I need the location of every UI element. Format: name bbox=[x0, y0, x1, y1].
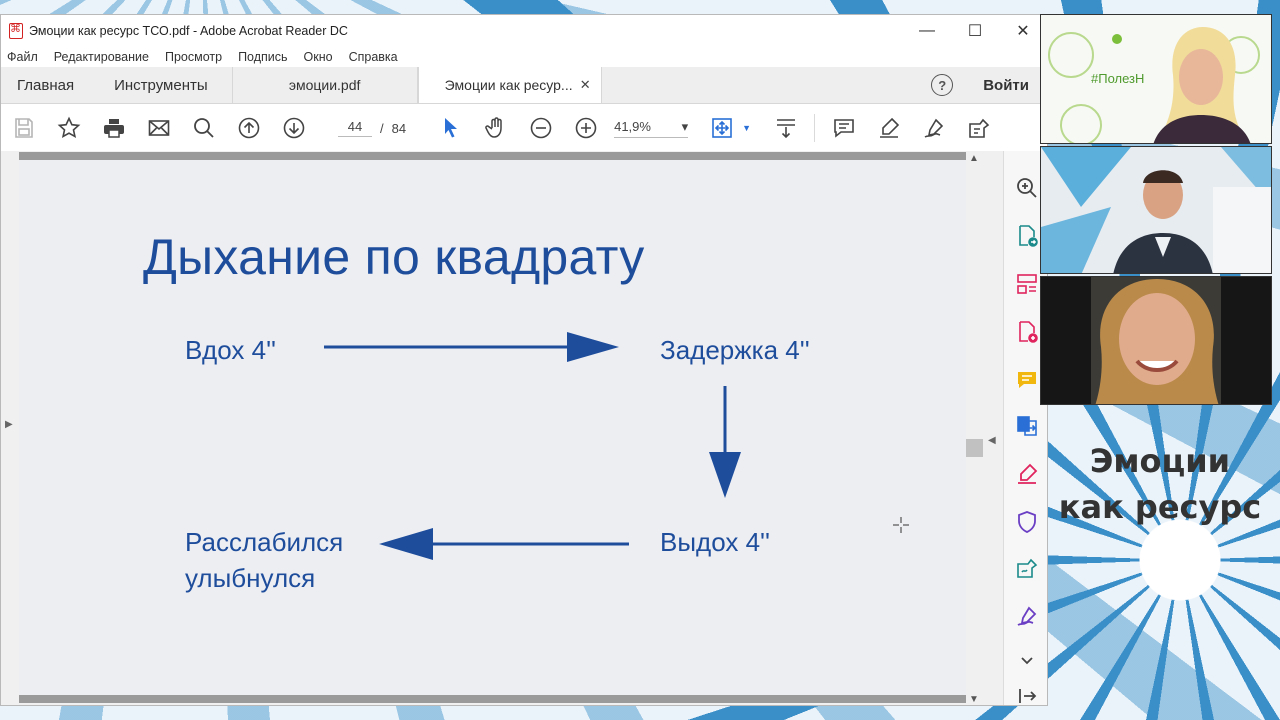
main-toolbar: 44 / 84 41,9% ▾ ▼ bbox=[1, 104, 1047, 153]
maximize-button[interactable]: ☐ bbox=[951, 15, 999, 47]
page-separator: / bbox=[380, 120, 384, 136]
crosshair-cursor-icon bbox=[893, 517, 909, 533]
vertical-scrollbar[interactable]: ▲ ▼ bbox=[966, 151, 983, 705]
highlight-icon[interactable] bbox=[866, 104, 911, 152]
collapse-panel-icon[interactable] bbox=[1014, 683, 1040, 705]
tab-bar-right: ? Войти bbox=[931, 67, 1047, 103]
webinar-title-overlay: Эмоции как ресурс bbox=[1040, 438, 1280, 530]
menu-edit[interactable]: Редактирование bbox=[54, 50, 149, 64]
chevron-down-icon: ▾ bbox=[681, 118, 689, 134]
fit-page-icon[interactable] bbox=[702, 104, 742, 152]
expand-left-panel-icon[interactable]: ▶ bbox=[5, 419, 13, 430]
combine-files-icon[interactable] bbox=[1014, 413, 1040, 439]
acrobat-window: Эмоции как ресурс ТСО.pdf - Adobe Acroba… bbox=[0, 14, 1048, 706]
zoom-value: 41,9% bbox=[614, 119, 651, 134]
help-icon[interactable]: ? bbox=[931, 74, 954, 96]
protect-icon[interactable] bbox=[1014, 509, 1040, 535]
close-tab-button[interactable]: ✕ bbox=[580, 77, 591, 93]
webinar-title-line2: как ресурс bbox=[1058, 488, 1262, 526]
window-controls: — ☐ ✕ bbox=[903, 15, 1047, 47]
tab-home[interactable]: Главная bbox=[1, 67, 90, 103]
zoom-dropdown[interactable]: 41,9% ▾ bbox=[614, 118, 689, 138]
toolbar-separator bbox=[814, 114, 816, 142]
participant-1-video: #ПолезН bbox=[1041, 15, 1271, 143]
scroll-mode-icon[interactable] bbox=[763, 104, 808, 152]
page-number-input[interactable]: 44 bbox=[338, 119, 372, 137]
arrow-down-head bbox=[709, 452, 741, 498]
fill-sign-icon[interactable] bbox=[956, 104, 1001, 152]
enhance-scan-icon[interactable] bbox=[1014, 175, 1040, 201]
comment-tool-icon[interactable] bbox=[1014, 367, 1040, 393]
menu-view[interactable]: Просмотр bbox=[165, 50, 222, 64]
participant-1-face bbox=[1179, 49, 1223, 105]
tab-tools[interactable]: Инструменты bbox=[90, 67, 233, 103]
arrow-left-head bbox=[379, 528, 433, 560]
window-title: Эмоции как ресурс ТСО.pdf - Adobe Acroba… bbox=[29, 24, 348, 38]
page-navigator: 44 / 84 bbox=[338, 119, 406, 137]
tab-document-active-label: Эмоции как ресур... bbox=[444, 77, 573, 93]
select-arrow-icon[interactable] bbox=[428, 104, 473, 152]
comment-icon[interactable] bbox=[821, 104, 866, 152]
print-icon[interactable] bbox=[91, 104, 136, 152]
create-pdf-icon[interactable] bbox=[1014, 319, 1040, 345]
edit-pdf-icon[interactable] bbox=[1014, 603, 1040, 629]
star-icon[interactable] bbox=[46, 104, 91, 152]
next-page-edge bbox=[19, 695, 966, 703]
tab-document-emotions[interactable]: эмоции.pdf bbox=[233, 67, 418, 103]
sign-icon[interactable] bbox=[911, 104, 956, 152]
menu-help[interactable]: Справка bbox=[349, 50, 398, 64]
participant-2-video bbox=[1041, 147, 1271, 273]
login-button[interactable]: Войти bbox=[983, 77, 1029, 94]
send-for-signature-icon[interactable] bbox=[1014, 555, 1040, 581]
scroll-down-icon[interactable]: ▼ bbox=[969, 694, 979, 705]
menu-sign[interactable]: Подпись bbox=[238, 50, 287, 64]
acrobat-logo-icon bbox=[9, 22, 23, 39]
organize-pages-icon[interactable] bbox=[1014, 271, 1040, 297]
tile1-banner-text: #ПолезН bbox=[1091, 71, 1144, 86]
export-pdf-icon[interactable] bbox=[1014, 223, 1040, 249]
previous-page-edge bbox=[19, 152, 966, 160]
video-tile-2 bbox=[1040, 146, 1272, 274]
scrollbar-thumb[interactable] bbox=[966, 439, 983, 457]
page-total: 84 bbox=[391, 120, 407, 136]
tab-bar: Главная Инструменты эмоции.pdf Эмоции ка… bbox=[1, 67, 1047, 104]
video-tile-3 bbox=[1040, 276, 1272, 405]
menu-window[interactable]: Окно bbox=[304, 50, 333, 64]
hand-icon[interactable] bbox=[473, 104, 518, 152]
menu-bar: Файл Редактирование Просмотр Подпись Окн… bbox=[1, 47, 1047, 67]
page-down-icon[interactable] bbox=[271, 104, 316, 152]
minimize-button[interactable]: — bbox=[903, 15, 951, 47]
zoom-out-icon[interactable] bbox=[518, 104, 563, 152]
more-tools-icon[interactable] bbox=[1014, 647, 1040, 673]
fill-sign-tool-icon[interactable] bbox=[1014, 461, 1040, 487]
scroll-up-icon[interactable]: ▲ bbox=[969, 153, 979, 164]
search-icon[interactable] bbox=[181, 104, 226, 152]
save-icon[interactable] bbox=[1, 104, 46, 152]
collapse-right-panel-icon[interactable]: ◀ bbox=[988, 435, 996, 446]
diagram-arrows bbox=[324, 332, 741, 560]
webinar-title-line1: Эмоции bbox=[1089, 442, 1231, 480]
logo-dot bbox=[1112, 34, 1122, 44]
fit-page-dropdown-icon[interactable]: ▼ bbox=[742, 123, 751, 133]
email-icon[interactable] bbox=[136, 104, 181, 152]
zoom-in-icon[interactable] bbox=[563, 104, 608, 152]
arrow-right-head bbox=[567, 332, 619, 362]
title-bar: Эмоции как ресурс ТСО.pdf - Adobe Acroba… bbox=[1, 15, 1047, 47]
document-area: ▶ Дыхание по квадрату Вдох 4'' Задержка … bbox=[1, 151, 1047, 705]
pdf-page[interactable]: Дыхание по квадрату Вдох 4'' Задержка 4'… bbox=[19, 160, 966, 695]
page-up-icon[interactable] bbox=[226, 104, 271, 152]
video-tile-1: #ПолезН bbox=[1040, 14, 1272, 144]
tab-document-active[interactable]: Эмоции как ресур... ✕ bbox=[417, 67, 602, 103]
menu-file[interactable]: Файл bbox=[7, 50, 38, 64]
participant-3-video bbox=[1041, 277, 1271, 404]
